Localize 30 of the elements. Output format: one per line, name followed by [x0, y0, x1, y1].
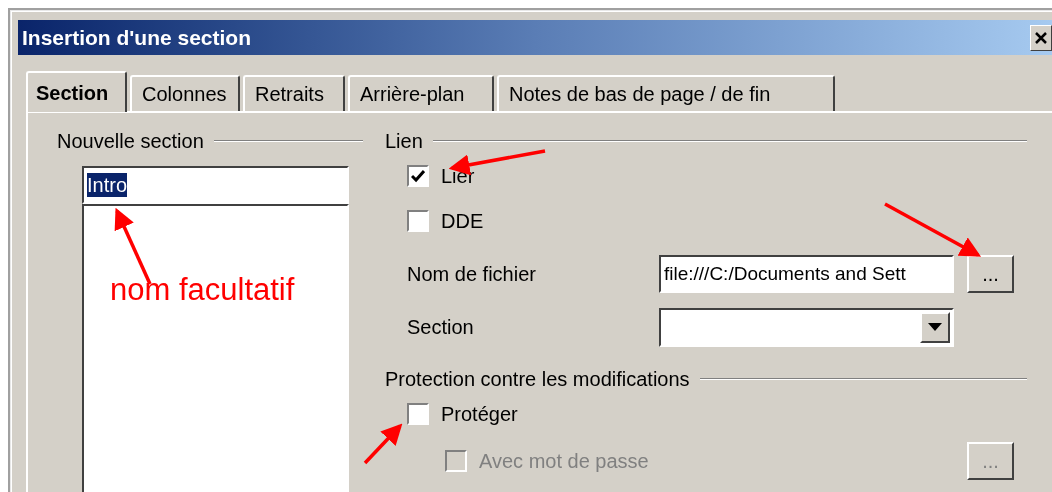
- tab[interactable]: Arrière-plan: [348, 75, 494, 111]
- field-value: file:///C:/Documents and Sett: [664, 261, 906, 286]
- annotation-note: nom facultatif: [110, 272, 295, 308]
- checkbox-label: DDE: [441, 209, 484, 233]
- section-list[interactable]: [82, 204, 349, 492]
- group-heading: Lien: [385, 130, 423, 152]
- tab[interactable]: Retraits: [243, 75, 345, 111]
- checkbox[interactable]: [407, 403, 429, 425]
- checkbox-label: Protéger: [441, 402, 518, 426]
- group-heading: Protection contre les modifications: [385, 368, 690, 390]
- checkbox-label: Avec mot de passe: [479, 449, 649, 473]
- browse-button[interactable]: ...: [967, 255, 1014, 293]
- caret-icon: [928, 323, 942, 331]
- tab[interactable]: Section: [26, 71, 127, 112]
- section-dropdown[interactable]: [659, 307, 954, 347]
- field-value: Intro: [87, 173, 128, 197]
- checkbox[interactable]: [407, 165, 429, 187]
- file-name-field[interactable]: file:///C:/Documents and Sett: [659, 255, 954, 293]
- window-title: Insertion d'une section: [21, 24, 252, 51]
- section-name-field[interactable]: Intro: [82, 166, 349, 204]
- close-icon: [1034, 30, 1048, 45]
- close-button[interactable]: [1030, 24, 1052, 51]
- tab[interactable]: Notes de bas de page / de fin: [497, 75, 835, 111]
- annotation-arrow: [363, 423, 403, 465]
- dropdown-button[interactable]: [920, 311, 950, 343]
- field-label: Section: [407, 315, 475, 340]
- checkbox[interactable]: [407, 210, 429, 232]
- group-heading: Nouvelle section: [57, 130, 204, 152]
- tab[interactable]: Colonnes: [130, 75, 240, 111]
- field-label: Nom de fichier: [407, 262, 537, 287]
